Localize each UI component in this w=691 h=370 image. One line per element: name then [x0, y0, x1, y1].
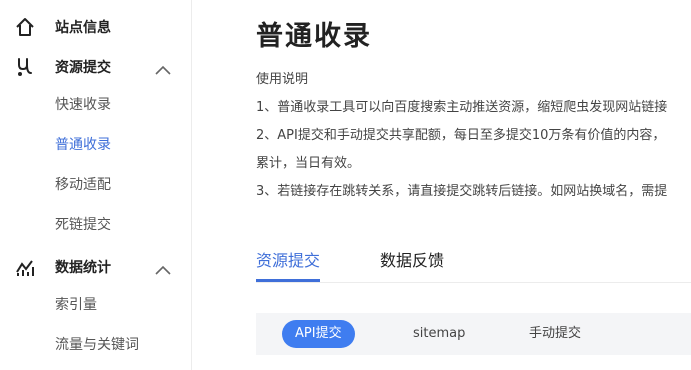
usage-note: 累计，当日有效。	[256, 156, 361, 171]
usage-note: 2、API提交和手动提交共享配额，每日至多提交10万条有价值的内容，	[256, 128, 666, 143]
nav-resource-submit[interactable]: 资源提交	[0, 47, 192, 87]
nav-data-stats-label: 数据统计	[55, 260, 111, 276]
page-title: 普通收录	[256, 21, 372, 52]
active-tab-indicator	[256, 279, 320, 282]
tab-resource-submit[interactable]: 资源提交	[256, 247, 320, 271]
sidebar-item-deadlink-submit[interactable]: 死链提交	[55, 215, 111, 235]
chevron-up-icon[interactable]	[154, 261, 172, 275]
usage-note: 3、若链接存在跳转关系，请直接提交跳转后链接。如网站换域名，需提	[256, 184, 668, 199]
chevron-up-icon[interactable]	[154, 61, 172, 75]
sidebar-item-mobile-adapt[interactable]: 移动适配	[55, 175, 111, 195]
method-manual-button[interactable]: 手动提交	[529, 320, 581, 348]
main-content: 普通收录 使用说明 1、普通收录工具可以向百度搜索主动推送资源，缩短爬虫发现网站…	[192, 0, 691, 370]
nav-resource-submit-label: 资源提交	[55, 60, 111, 76]
stats-icon	[14, 256, 36, 278]
sidebar: 站点信息 资源提交 快速收录 普通收录 移动适配 死链提交 数据统计 索引量 流…	[0, 0, 192, 370]
method-sitemap-button[interactable]: sitemap	[413, 320, 465, 348]
home-icon	[14, 16, 36, 38]
submit-icon	[14, 56, 36, 78]
nav-site-info[interactable]: 站点信息	[0, 7, 192, 47]
sidebar-item-fast-index[interactable]: 快速收录	[55, 95, 111, 115]
sidebar-item-index-volume[interactable]: 索引量	[55, 295, 97, 315]
tab-data-feedback[interactable]: 数据反馈	[380, 247, 444, 271]
usage-heading: 使用说明	[256, 72, 309, 87]
sidebar-item-traffic-keywords[interactable]: 流量与关键词	[55, 335, 139, 355]
usage-note: 1、普通收录工具可以向百度搜索主动推送资源，缩短爬虫发现网站链接	[256, 100, 668, 115]
nav-site-info-label: 站点信息	[55, 20, 111, 36]
sidebar-item-normal-index[interactable]: 普通收录	[55, 135, 111, 155]
method-api-button[interactable]: API提交	[282, 320, 355, 348]
tabs-divider	[256, 282, 691, 283]
nav-data-stats[interactable]: 数据统计	[0, 247, 192, 287]
submit-method-bar: API提交 sitemap 手动提交	[256, 313, 691, 355]
